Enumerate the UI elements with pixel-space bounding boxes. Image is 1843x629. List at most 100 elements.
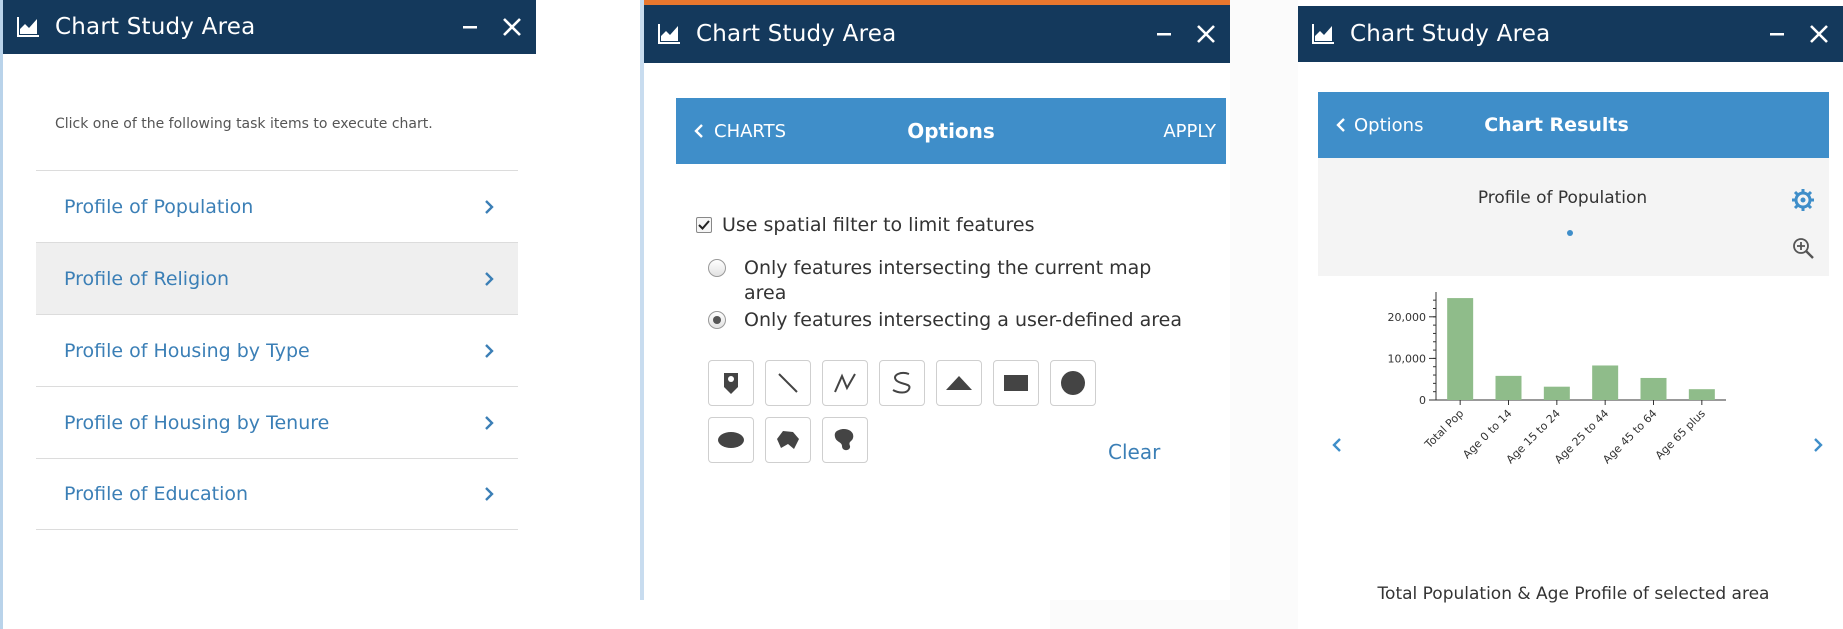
task-item-profile-of-religion[interactable]: Profile of Religion	[36, 242, 518, 314]
draw-circle-tool[interactable]	[1050, 360, 1096, 406]
minimize-button[interactable]	[1763, 20, 1791, 48]
close-button[interactable]	[1805, 20, 1833, 48]
ellipse-icon	[718, 432, 744, 448]
zoom-in-icon[interactable]	[1791, 236, 1815, 260]
title-bar: Chart Study Area	[644, 5, 1230, 63]
gear-icon[interactable]	[1791, 188, 1815, 212]
radio-label: Only features intersecting the current m…	[744, 257, 1152, 304]
minimize-icon	[1157, 33, 1171, 36]
x-tick-label: Age 65 plus	[1653, 407, 1708, 462]
chart-app-icon	[17, 17, 39, 37]
current-map-area-radio[interactable]	[708, 259, 726, 277]
window-title: Chart Study Area	[55, 14, 256, 40]
chevron-right-icon	[485, 271, 494, 286]
user-defined-area-radio[interactable]	[708, 311, 726, 329]
chevron-right-icon	[485, 487, 494, 501]
apply-button[interactable]: APPLY	[1163, 121, 1216, 142]
radio-label: Only features intersecting a user-define…	[744, 309, 1182, 331]
previous-chart-button[interactable]	[1330, 436, 1344, 454]
draw-polygon-tool[interactable]	[765, 417, 811, 463]
minimize-icon	[463, 26, 477, 29]
population-bar-chart: 010,00020,000Total PopAge 0 to 14Age 15 …	[1388, 292, 1726, 466]
rectangle-icon	[1004, 375, 1028, 391]
draw-polyline-tool[interactable]	[822, 360, 868, 406]
spatial-filter-row: Use spatial filter to limit features	[696, 214, 1035, 236]
instruction-text: Click one of the following task items to…	[55, 116, 433, 132]
back-label: CHARTS	[714, 120, 787, 142]
close-icon	[503, 18, 521, 36]
close-icon	[1197, 25, 1215, 43]
draw-freehand-line-tool[interactable]	[879, 360, 925, 406]
draw-ellipse-tool[interactable]	[708, 417, 754, 463]
chart-title: Profile of Population	[1477, 188, 1648, 208]
minimize-button[interactable]	[456, 13, 484, 41]
chart-app-icon	[658, 24, 680, 44]
triangle-icon	[946, 376, 972, 390]
task-label: Profile of Population	[64, 195, 254, 218]
close-button[interactable]	[1192, 20, 1220, 48]
title-bar: Chart Study Area	[1298, 6, 1843, 62]
minimize-icon	[1770, 33, 1784, 36]
next-chart-button[interactable]	[1811, 436, 1825, 454]
chart-task-panel: Chart Study Area Click one of the follow…	[0, 0, 536, 629]
options-body: Use spatial filter to limit features Onl…	[676, 164, 1226, 600]
clear-drawing-link[interactable]: Clear	[1108, 440, 1160, 464]
bar	[1495, 375, 1522, 400]
chart-area: 0 10,000 20,000 Total Pop Age 0 to 14 Age 15 …	[1318, 276, 1829, 596]
back-to-charts-button[interactable]: CHARTS	[694, 121, 786, 142]
task-item-profile-of-population[interactable]: Profile of Population	[36, 170, 518, 242]
line-icon	[778, 373, 798, 393]
window-title: Chart Study Area	[696, 21, 897, 47]
spatial-filter-checkbox[interactable]	[696, 217, 712, 233]
bar	[1688, 389, 1715, 400]
chart-options-panel: Chart Study Area CHARTS Options APPLY Us…	[640, 0, 1230, 600]
y-tick-label: 10,000	[1388, 352, 1427, 365]
close-button[interactable]	[498, 13, 526, 41]
back-label: Options	[1354, 114, 1424, 136]
x-tick-label: Total Pop	[1422, 407, 1467, 452]
y-tick-label: 20,000	[1388, 311, 1427, 324]
freehand-line-icon	[892, 371, 911, 394]
close-icon	[1810, 25, 1828, 43]
chart-results-panel: Chart Study Area Options Chart Results P…	[1298, 0, 1843, 629]
chevron-left-icon	[1336, 118, 1345, 132]
task-item-profile-of-housing-by-type[interactable]: Profile of Housing by Type	[36, 314, 518, 386]
point-marker-icon	[724, 373, 738, 394]
radio-option-current-map-area: Only features intersecting the current m…	[708, 256, 1228, 306]
chevron-right-icon	[485, 199, 494, 214]
checkmark-icon	[698, 220, 710, 230]
chevron-right-icon	[485, 415, 494, 430]
freehand-polygon-icon	[834, 428, 854, 451]
draw-point-tool[interactable]	[708, 360, 754, 406]
bar	[1543, 386, 1570, 400]
results-header: Options Chart Results	[1318, 92, 1829, 158]
radio-option-user-defined-area: Only features intersecting a user-define…	[708, 308, 1228, 333]
chart-header: Profile of Population	[1318, 158, 1829, 276]
y-tick-label: 0	[1419, 394, 1426, 407]
draw-freehand-polygon-tool[interactable]	[822, 417, 868, 463]
draw-rectangle-tool[interactable]	[993, 360, 1039, 406]
task-item-profile-of-education[interactable]: Profile of Education	[36, 458, 518, 530]
radio-selected-dot	[713, 316, 721, 324]
polygon-icon	[777, 431, 799, 449]
window-title: Chart Study Area	[1350, 21, 1551, 47]
circle-icon	[1061, 371, 1085, 395]
task-label: Profile of Religion	[64, 267, 230, 290]
options-header: CHARTS Options APPLY	[676, 98, 1226, 164]
task-item-profile-of-housing-by-tenure[interactable]: Profile of Housing by Tenure	[36, 386, 518, 458]
pager-indicator-dot[interactable]	[1567, 230, 1573, 236]
bar	[1640, 377, 1667, 400]
task-label: Profile of Housing by Tenure	[64, 411, 330, 434]
task-list: Profile of Population Profile of Religio…	[36, 170, 518, 530]
minimize-button[interactable]	[1150, 20, 1178, 48]
draw-triangle-tool[interactable]	[936, 360, 982, 406]
chart-caption: Total Population & Age Profile of select…	[1377, 584, 1770, 604]
task-label: Profile of Education	[64, 483, 249, 505]
chevron-left-icon	[694, 124, 703, 138]
draw-line-tool[interactable]	[765, 360, 811, 406]
bar	[1592, 365, 1619, 400]
title-bar: Chart Study Area	[3, 0, 536, 54]
back-to-options-button[interactable]: Options	[1336, 115, 1423, 136]
task-label: Profile of Housing by Type	[64, 339, 310, 362]
chart-app-icon	[1312, 24, 1334, 44]
